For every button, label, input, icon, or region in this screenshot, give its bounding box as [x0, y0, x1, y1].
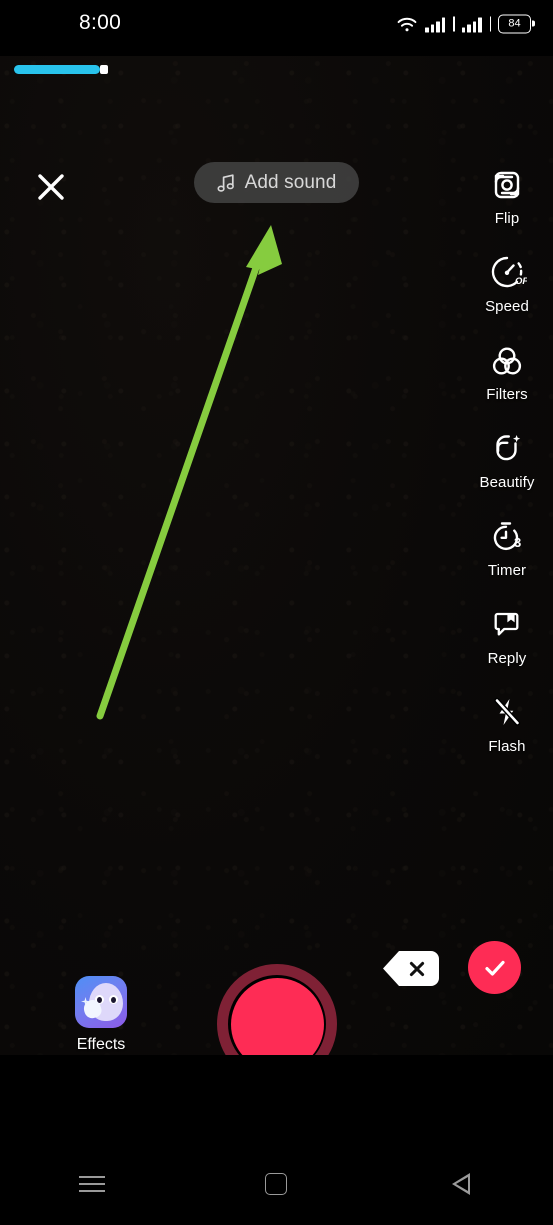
rail-item-beautify[interactable]: Beautify [461, 428, 553, 516]
recent-apps-icon [79, 1176, 106, 1192]
effects-button[interactable]: Effects [72, 976, 130, 1054]
android-nav-bar [0, 1143, 553, 1225]
effects-eye-right [109, 995, 118, 1004]
x-icon [409, 961, 424, 976]
flash-off-icon [487, 692, 527, 734]
confirm-button[interactable] [468, 941, 521, 994]
phone-screen: 8:00 84 Add sound Flip O Speed Filters B… [0, 0, 553, 1225]
beautify-face-sparkle-icon [487, 428, 527, 470]
speed-badge: OFF [515, 276, 527, 287]
record-button[interactable] [217, 964, 337, 1055]
rail-label-beautify: Beautify [479, 474, 535, 491]
recent-apps-button[interactable] [0, 1143, 184, 1225]
rail-item-timer[interactable]: 3 Timer [461, 516, 553, 604]
reply-bubble-icon [487, 604, 527, 646]
home-icon [265, 1173, 288, 1195]
add-sound-button[interactable]: Add sound [194, 162, 359, 203]
rail-item-flash[interactable]: Flash [461, 692, 553, 780]
speedometer-icon: OFF [487, 252, 527, 294]
stopwatch-icon: 3 [487, 516, 527, 558]
effects-label: Effects [76, 1036, 126, 1053]
rail-label-filters: Filters [486, 386, 528, 403]
signal-bars-icon-2 [461, 16, 482, 32]
record-button-inner [230, 977, 324, 1055]
signal-bars-icon-1 [425, 16, 445, 32]
rail-item-flip[interactable]: Flip [461, 164, 553, 252]
rail-item-reply[interactable]: Reply [461, 604, 553, 692]
signal-divider-2 [489, 16, 491, 32]
recording-progress-bar [14, 65, 539, 74]
home-button[interactable] [184, 1143, 368, 1225]
rail-label-timer: Timer [487, 562, 527, 579]
camera-tools-rail: Flip OFF Speed [461, 164, 553, 780]
effects-tile-icon [75, 976, 127, 1028]
rail-item-filters[interactable]: Filters [461, 340, 553, 428]
add-sound-label: Add sound [244, 171, 337, 193]
status-icons: 84 [396, 14, 535, 34]
rail-item-speed[interactable]: OFF Speed [461, 252, 553, 340]
rail-label-speed: Speed [485, 298, 529, 315]
timer-badge: 3 [514, 535, 521, 550]
close-icon [38, 174, 64, 200]
back-button[interactable] [369, 1143, 553, 1225]
wifi-icon [397, 17, 417, 31]
rail-label-flip: Flip [494, 210, 520, 227]
battery-level: 84 [508, 17, 521, 30]
status-time: 8:00 [79, 11, 122, 34]
signal-divider [453, 16, 455, 32]
camera-viewport[interactable]: Add sound Flip O Speed Filters Beautify … [0, 56, 553, 1055]
check-icon [484, 960, 505, 976]
progress-head [100, 65, 108, 74]
music-note-icon [217, 173, 234, 192]
battery-icon: 84 [498, 14, 535, 34]
camera-flip-icon [487, 164, 527, 206]
rail-label-reply: Reply [487, 650, 527, 667]
rail-label-flash: Flash [488, 738, 526, 755]
status-bar: 8:00 84 [0, 0, 553, 56]
progress-fill [14, 65, 100, 74]
back-icon [451, 1173, 470, 1195]
filters-circles-icon [487, 340, 527, 382]
close-button[interactable] [32, 168, 70, 206]
